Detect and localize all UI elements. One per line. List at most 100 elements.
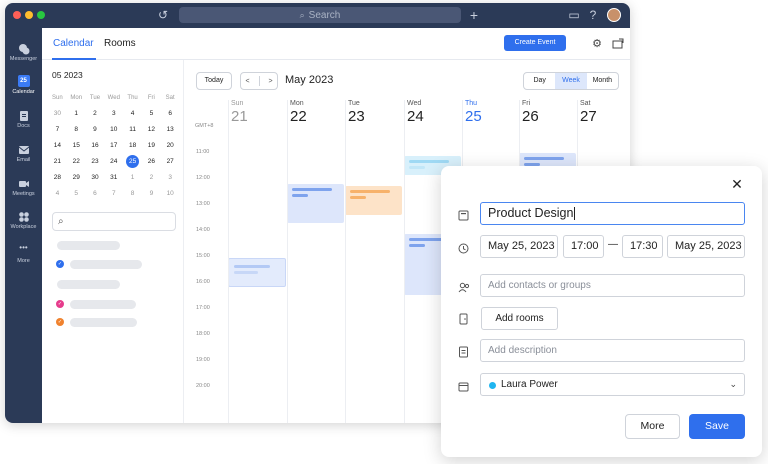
mini-calendar-day[interactable]: 2 — [86, 106, 105, 122]
mini-calendar-day[interactable]: 18 — [123, 138, 142, 154]
view-month-button[interactable]: Month — [587, 73, 618, 89]
mini-calendar-day[interactable]: 24 — [104, 154, 123, 170]
start-date-field[interactable]: May 25, 2023 — [480, 235, 558, 258]
mini-calendar-day[interactable]: 10 — [161, 186, 180, 202]
nav-email[interactable]: Email — [5, 143, 42, 163]
mini-calendar-day[interactable]: 16 — [86, 138, 105, 154]
history-icon[interactable]: ↺ — [156, 8, 170, 22]
mini-calendar-day[interactable]: 30 — [48, 106, 67, 122]
tab-rooms[interactable]: Rooms — [104, 38, 136, 49]
mini-calendar-day[interactable]: 11 — [123, 122, 142, 138]
prev-week-button[interactable]: < — [245, 78, 249, 85]
nav-meetings[interactable]: Meetings — [5, 177, 42, 197]
mini-calendar-day[interactable]: 17 — [104, 138, 123, 154]
settings-gear-icon[interactable]: ⚙ — [590, 37, 604, 51]
day-name: Sat — [580, 100, 591, 107]
mini-calendar-day[interactable]: 10 — [104, 122, 123, 138]
calendar-owner-select[interactable]: Laura Power ⌄ — [480, 373, 745, 396]
mini-calendar-day[interactable]: 8 — [123, 186, 142, 202]
nav-calendar[interactable]: 25 Calendar — [5, 75, 42, 95]
nav-workplace[interactable]: Workplace — [5, 210, 42, 230]
start-time-field[interactable]: 17:00 — [563, 235, 604, 258]
nav-docs[interactable]: Docs — [5, 109, 42, 129]
mini-calendar-day[interactable]: 29 — [67, 170, 86, 186]
minimize-window-button[interactable] — [25, 11, 33, 19]
mini-calendar-day[interactable]: 3 — [161, 170, 180, 186]
mini-calendar-day[interactable]: 21 — [48, 154, 67, 170]
export-icon[interactable] — [612, 37, 626, 51]
mini-calendar-day[interactable]: 12 — [142, 122, 161, 138]
save-button[interactable]: Save — [689, 414, 745, 439]
view-week-button[interactable]: Week — [555, 73, 587, 89]
mini-calendar-day[interactable]: 14 — [48, 138, 67, 154]
mini-calendar-day[interactable]: 3 — [104, 106, 123, 122]
day-header[interactable]: Sun 21 — [231, 100, 248, 125]
day-header[interactable]: Wed 24 — [407, 100, 424, 125]
contacts-input[interactable]: Add contacts or groups — [480, 274, 745, 297]
check-icon[interactable]: ✓ — [56, 318, 64, 326]
day-header[interactable]: Sat 27 — [580, 100, 597, 125]
mini-calendar-day[interactable]: 30 — [86, 170, 105, 186]
more-options-button[interactable]: More — [625, 414, 680, 439]
mini-calendar-day[interactable]: 8 — [67, 122, 86, 138]
day-number: 26 — [522, 108, 539, 125]
mini-calendar-day[interactable]: 1 — [123, 170, 142, 186]
mini-calendar-day[interactable]: 7 — [48, 122, 67, 138]
view-day-button[interactable]: Day — [524, 73, 555, 89]
mini-calendar-day[interactable]: 31 — [104, 170, 123, 186]
mini-calendar-day[interactable]: 13 — [161, 122, 180, 138]
user-avatar[interactable] — [607, 8, 621, 22]
mini-calendar-day[interactable]: 9 — [142, 186, 161, 202]
event-title-placeholder — [409, 160, 449, 163]
placeholder-bar — [57, 241, 120, 250]
description-input[interactable]: Add description — [480, 339, 745, 362]
mini-calendar-day[interactable]: 6 — [161, 106, 180, 122]
add-rooms-button[interactable]: Add rooms — [481, 307, 558, 330]
mini-calendar-day[interactable]: 6 — [86, 186, 105, 202]
mini-calendar-day[interactable]: 23 — [86, 154, 105, 170]
mini-calendar-day[interactable]: 2 — [142, 170, 161, 186]
mini-calendar-day[interactable]: 5 — [67, 186, 86, 202]
add-icon[interactable]: + — [467, 8, 481, 22]
mini-calendar-day[interactable]: 4 — [48, 186, 67, 202]
today-button[interactable]: Today — [196, 72, 232, 90]
mini-calendar-day[interactable]: 7 — [104, 186, 123, 202]
event-block[interactable] — [228, 258, 286, 287]
mini-calendar-day[interactable]: 5 — [142, 106, 161, 122]
close-window-button[interactable] — [13, 11, 21, 19]
mini-calendar-day[interactable]: 4 — [123, 106, 142, 122]
day-header[interactable]: Mon 22 — [290, 100, 307, 125]
nav-messenger[interactable]: Messenger — [5, 42, 42, 62]
check-icon[interactable]: ✓ — [56, 260, 64, 268]
mini-calendar-day[interactable]: 15 — [67, 138, 86, 154]
check-icon[interactable]: ✓ — [56, 300, 64, 308]
mini-calendar-day[interactable]: 27 — [161, 154, 180, 170]
day-header[interactable]: Fri 26 — [522, 100, 539, 125]
end-date-field[interactable]: May 25, 2023 — [667, 235, 745, 258]
screen-share-icon[interactable]: ▭ — [567, 8, 581, 22]
event-title-input[interactable]: Product Design — [480, 202, 745, 225]
mini-calendar-day[interactable]: 22 — [67, 154, 86, 170]
help-icon[interactable]: ? — [586, 8, 600, 22]
event-block[interactable] — [287, 184, 344, 223]
maximize-window-button[interactable] — [37, 11, 45, 19]
next-week-button[interactable]: > — [268, 78, 272, 85]
event-block[interactable] — [345, 186, 402, 215]
day-header[interactable]: Tue 23 — [348, 100, 365, 125]
sidebar-search-input[interactable]: ⌕ — [52, 212, 176, 231]
mini-calendar-day[interactable]: 1 — [67, 106, 86, 122]
nav-more[interactable]: ••• More — [5, 244, 42, 265]
view-switcher: Day Week Month — [523, 72, 619, 90]
global-search-input[interactable]: ⌕ Search — [179, 7, 461, 23]
close-icon[interactable]: ✕ — [730, 177, 744, 191]
mini-calendar-day[interactable]: 20 — [161, 138, 180, 154]
mini-calendar-day[interactable]: 25 — [123, 154, 142, 170]
end-time-field[interactable]: 17:30 — [622, 235, 663, 258]
mini-calendar-day[interactable]: 26 — [142, 154, 161, 170]
day-header[interactable]: Thu 25 — [465, 100, 482, 125]
create-event-button[interactable]: Create Event — [504, 35, 566, 51]
tab-calendar[interactable]: Calendar — [53, 38, 94, 49]
mini-calendar-day[interactable]: 9 — [86, 122, 105, 138]
mini-calendar-day[interactable]: 19 — [142, 138, 161, 154]
mini-calendar-day[interactable]: 28 — [48, 170, 67, 186]
